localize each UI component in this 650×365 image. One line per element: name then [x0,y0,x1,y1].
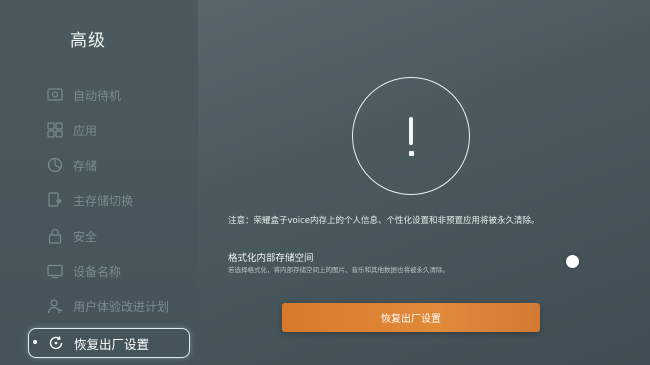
storage-icon [46,156,64,174]
sidebar-item-security[interactable]: 安全 [46,223,97,249]
restore-icon [47,334,65,352]
sidebar-item-label: 存储 [73,158,98,173]
sidebar-item-label: 安全 [73,229,98,244]
sidebar-item-label: 主存储切换 [73,193,134,208]
sidebar-item-ux-program[interactable]: 用户体验改进计划 [46,293,169,319]
apps-icon [46,121,64,139]
user-icon [46,297,64,315]
sidebar-item-label: 恢复出厂设置 [74,336,150,352]
sidebar-title: 高级 [70,31,106,51]
sidebar-item-label: 应用 [73,123,98,138]
warning-exclamation-dot [409,151,414,156]
format-storage-title: 格式化内部存储空间 [228,253,314,264]
sidebar-item-auto-standby[interactable]: 自动待机 [46,82,121,108]
factory-reset-button[interactable]: 恢复出厂设置 [282,303,540,332]
sidebar-item-label: 设备名称 [73,264,122,279]
warning-exclamation-bar [409,117,413,145]
sidebar-item-label: 用户体验改进计划 [73,299,170,314]
sidebar-item-apps[interactable]: 应用 [46,117,97,143]
sidebar-item-label: 自动待机 [73,88,122,103]
sidebar-item-storage[interactable]: 存储 [46,152,97,178]
lock-icon [46,227,64,245]
sidebar: 高级 自动待机 应用 存储 主存储切换 安全 设备名称 用户体验改进计划 恢复出… [0,0,198,365]
storage-switch-icon [46,191,64,209]
format-storage-toggle[interactable] [566,255,579,268]
standby-icon [46,86,64,104]
reset-notice-text: 注意：荣耀盒子voice内存上的个人信息、个性化设置和非预置应用将被永久清除。 [228,216,540,226]
sidebar-item-storage-switch[interactable]: 主存储切换 [46,187,133,213]
format-storage-description: 若选择格式化，将内部存储空间上的图片、音乐和其他数据也将被永久清除。 [228,266,449,274]
sidebar-item-device-name[interactable]: 设备名称 [46,258,121,284]
device-icon [46,262,64,280]
sidebar-item-factory-reset[interactable]: 恢复出厂设置 [28,328,190,358]
